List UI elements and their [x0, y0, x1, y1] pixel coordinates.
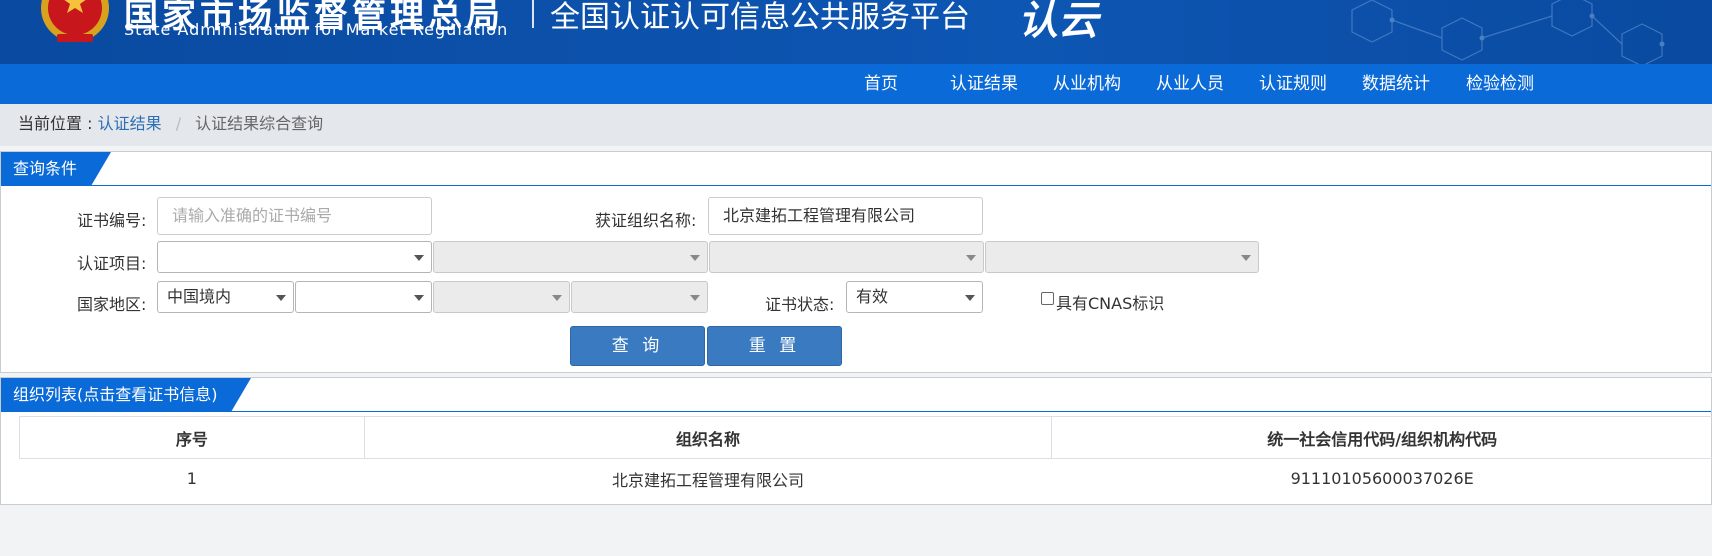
nav-item-statistics[interactable]: 数据统计	[1362, 64, 1430, 104]
cert-project-select-4[interactable]	[985, 241, 1259, 273]
cert-project-select-2[interactable]	[433, 241, 708, 273]
org-name-label: 获证组织名称:	[595, 211, 697, 230]
hexagon-pattern-decoration	[1351, 0, 1665, 64]
header-banner: 国家市场监督管理总局 State Administration for Mark…	[0, 0, 1712, 64]
reset-button[interactable]: 重 置	[707, 326, 842, 366]
org-list-panel: 组织列表(点击查看证书信息) 序号 组织名称 统一社会信用代码/组织机构代码 1…	[0, 377, 1712, 505]
region-label: 国家地区:	[77, 295, 147, 314]
breadcrumb-prefix: 当前位置 :	[18, 114, 93, 133]
cert-project-select-3[interactable]	[709, 241, 984, 273]
platform-title: 全国认证认可信息公共服务平台	[550, 0, 970, 35]
agency-name-en: State Administration for Market Regulati…	[124, 20, 509, 39]
breadcrumb: 当前位置 : 认证结果 / 认证结果综合查询	[0, 104, 1712, 146]
org-table: 序号 组织名称 统一社会信用代码/组织机构代码 1 北京建拓工程管理有限公司 9…	[19, 416, 1712, 499]
chevron-down-icon	[414, 255, 424, 261]
region-select-city[interactable]	[433, 281, 570, 313]
search-button[interactable]: 查 询	[570, 326, 705, 366]
cell-index: 1	[19, 458, 365, 499]
cert-project-label: 认证项目:	[77, 254, 147, 273]
chevron-down-icon	[690, 255, 700, 261]
cert-status-select[interactable]: 有效	[846, 281, 983, 313]
banner-divider	[532, 0, 534, 28]
table-row[interactable]: 1 北京建拓工程管理有限公司 91110105600037026E	[19, 458, 1712, 499]
chevron-down-icon	[276, 295, 286, 301]
nav-item-personnel[interactable]: 从业人员	[1156, 64, 1224, 104]
cert-no-label: 证书编号:	[77, 211, 147, 230]
region-select-province[interactable]	[295, 281, 432, 313]
breadcrumb-current: 认证结果综合查询	[195, 114, 324, 133]
column-header-org-name: 组织名称	[363, 416, 1053, 459]
chevron-down-icon	[1241, 255, 1251, 261]
chevron-down-icon	[966, 255, 976, 261]
cnas-checkbox-label: 具有CNAS标识	[1056, 294, 1165, 313]
region-select-district[interactable]	[571, 281, 708, 313]
cert-project-select-1[interactable]	[157, 241, 432, 273]
chevron-down-icon	[965, 295, 975, 301]
select-value: 有效	[856, 287, 889, 306]
query-panel: 查询条件 证书编号: 请输入准确的证书编号 获证组织名称: 北京建拓工程管理有限…	[0, 151, 1712, 373]
breadcrumb-link-cert-results[interactable]: 认证结果	[98, 114, 162, 133]
cert-no-input[interactable]: 请输入准确的证书编号	[157, 197, 432, 235]
main-nav: 首页 认证结果 从业机构 从业人员 认证规则 数据统计 检验检测	[0, 64, 1712, 104]
chevron-down-icon	[690, 295, 700, 301]
select-value: 中国境内	[167, 287, 232, 306]
nav-item-inspection[interactable]: 检验检测	[1466, 64, 1534, 104]
column-header-index: 序号	[19, 416, 365, 459]
column-header-credit-code: 统一社会信用代码/组织机构代码	[1051, 416, 1712, 459]
chevron-down-icon	[414, 295, 424, 301]
region-select-country[interactable]: 中国境内	[157, 281, 294, 313]
query-panel-title: 查询条件	[1, 152, 111, 186]
cell-credit-code: 91110105600037026E	[1051, 458, 1712, 499]
breadcrumb-separator: /	[175, 114, 182, 133]
org-list-panel-header: 组织列表(点击查看证书信息)	[1, 378, 1711, 412]
cnas-checkbox[interactable]	[1041, 292, 1054, 305]
national-emblem-icon	[41, 0, 109, 42]
platform-logo: 认云	[1018, 0, 1098, 44]
cert-status-label: 证书状态:	[765, 295, 835, 314]
cell-org-name[interactable]: 北京建拓工程管理有限公司	[364, 458, 1052, 499]
nav-item-home[interactable]: 首页	[864, 64, 898, 104]
table-header-row: 序号 组织名称 统一社会信用代码/组织机构代码	[19, 416, 1712, 459]
org-name-input[interactable]: 北京建拓工程管理有限公司	[708, 197, 983, 235]
org-list-panel-title: 组织列表(点击查看证书信息)	[1, 378, 251, 412]
query-panel-header: 查询条件	[1, 152, 1711, 186]
nav-item-agencies[interactable]: 从业机构	[1053, 64, 1121, 104]
nav-item-cert-results[interactable]: 认证结果	[950, 64, 1018, 104]
nav-item-cert-rules[interactable]: 认证规则	[1259, 64, 1327, 104]
chevron-down-icon	[552, 295, 562, 301]
